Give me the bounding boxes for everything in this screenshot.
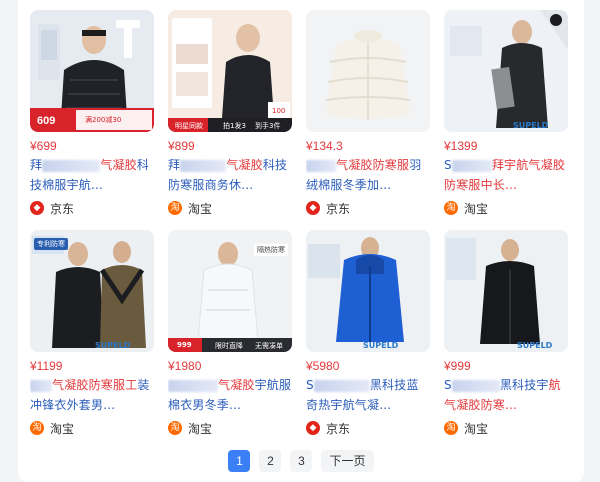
product-title[interactable]: 拜气凝胶科技棉服宇航... xyxy=(30,155,154,195)
shop-name: 淘宝 xyxy=(464,201,489,216)
product-image[interactable]: SUPELD xyxy=(444,10,568,132)
shop-name: 淘宝 xyxy=(188,421,213,436)
page-1-button[interactable]: 1 xyxy=(228,450,251,472)
taobao-icon: 淘 xyxy=(168,421,182,435)
next-page-button[interactable]: 下一页 xyxy=(321,450,374,472)
taobao-icon: 淘 xyxy=(444,421,458,435)
tag-price: 999 xyxy=(177,341,192,349)
jd-icon: ◆ xyxy=(306,201,320,215)
brand-logo: SUPELD xyxy=(95,341,131,350)
product-price: ¥1199 xyxy=(30,359,63,373)
product-grid: 609 满200减30 ¥699 拜气凝胶科技棉服宇航... ◆ 京东 明星同款… xyxy=(30,10,568,442)
badge: 专利防寒 xyxy=(34,238,68,250)
product-card[interactable]: SUPELD ¥5980 S 黑科技蓝奇热宇航气凝... ◆ 京东 xyxy=(306,230,430,442)
product-card[interactable]: 明星同款 拍1发3 到手3件 100 ¥899 拜气凝胶科技防寒服商务休... … xyxy=(168,10,292,222)
product-image[interactable]: 隔热防寒 999 限时直降 无需凑单 xyxy=(168,230,292,352)
product-image[interactable]: 专利防寒 SUPELD xyxy=(30,230,154,352)
tag-text: 满200减30 xyxy=(85,116,122,124)
shop-name: 淘宝 xyxy=(50,421,75,436)
product-price: ¥5980 xyxy=(306,359,340,373)
brand-logo: SUPELD xyxy=(517,341,553,350)
product-price: ¥134.3 xyxy=(306,139,343,153)
product-card[interactable]: 609 满200减30 ¥699 拜气凝胶科技棉服宇航... ◆ 京东 xyxy=(30,10,154,222)
product-price: ¥699 xyxy=(30,139,57,153)
shop-name: 淘宝 xyxy=(188,201,213,216)
shop-info[interactable]: 淘 淘宝 xyxy=(168,199,292,217)
shop-name: 淘宝 xyxy=(464,421,489,436)
product-title[interactable]: 拜气凝胶科技防寒服商务休... xyxy=(168,155,292,195)
tag-a: 拍1发3 xyxy=(223,122,246,130)
tag-b: 无需凑单 xyxy=(255,342,283,350)
page-3-button[interactable]: 3 xyxy=(290,450,313,472)
product-image[interactable]: SUPELD xyxy=(306,230,430,352)
shop-info[interactable]: 淘 淘宝 xyxy=(30,419,154,437)
tag-celebrity: 明星同款 xyxy=(175,122,203,130)
taobao-icon: 淘 xyxy=(444,201,458,215)
product-card[interactable]: ¥134.3 气凝胶防寒服羽绒棉服冬季加... ◆ 京东 xyxy=(306,10,430,222)
tag-price: 609 xyxy=(37,115,56,127)
product-title[interactable]: S 黑科技蓝奇热宇航气凝... xyxy=(306,375,430,415)
product-title[interactable]: S 黑科技宇航气凝胶防寒... xyxy=(444,375,568,415)
tag-a: 限时直降 xyxy=(215,342,243,350)
pagination: 1 2 3 下一页 xyxy=(18,450,584,472)
product-price: ¥899 xyxy=(168,139,195,153)
product-image[interactable]: 明星同款 拍1发3 到手3件 100 xyxy=(168,10,292,132)
jd-icon: ◆ xyxy=(30,201,44,215)
shop-info[interactable]: 淘 淘宝 xyxy=(168,419,292,437)
shop-name: 京东 xyxy=(326,421,351,436)
product-card[interactable]: SUPELD ¥999 S 黑科技宇航气凝胶防寒... 淘 淘宝 xyxy=(444,230,568,442)
shop-name: 京东 xyxy=(326,201,351,216)
product-card[interactable]: 隔热防寒 999 限时直降 无需凑单 ¥1980 气凝胶宇航服棉衣男冬季... … xyxy=(168,230,292,442)
tag-b: 到手3件 xyxy=(255,122,281,130)
product-card[interactable]: 专利防寒 SUPELD ¥1199 气凝胶防寒服工装冲锋衣外套男... 淘 淘宝 xyxy=(30,230,154,442)
corner-tag: 隔热防寒 xyxy=(254,244,288,256)
brand-logo: SUPELD xyxy=(513,121,549,130)
taobao-icon: 淘 xyxy=(30,421,44,435)
shop-info[interactable]: ◆ 京东 xyxy=(30,199,154,217)
product-title[interactable]: 气凝胶宇航服棉衣男冬季... xyxy=(168,375,292,415)
product-price: ¥1980 xyxy=(168,359,202,373)
product-image[interactable]: SUPELD xyxy=(444,230,568,352)
taobao-icon: 淘 xyxy=(168,201,182,215)
product-title[interactable]: 气凝胶防寒服工装冲锋衣外套男... xyxy=(30,375,154,415)
shop-info[interactable]: ◆ 京东 xyxy=(306,419,430,437)
page-2-button[interactable]: 2 xyxy=(259,450,282,472)
brand-logo: SUPELD xyxy=(363,341,399,350)
product-image[interactable]: 609 满200减30 xyxy=(30,10,154,132)
product-price: ¥999 xyxy=(444,359,471,373)
product-title[interactable]: S 拜宇航气凝胶防寒服中长... xyxy=(444,155,568,195)
product-price: ¥1399 xyxy=(444,139,478,153)
product-title[interactable]: 气凝胶防寒服羽绒棉服冬季加... xyxy=(306,155,430,195)
product-image[interactable] xyxy=(306,10,430,132)
jd-icon: ◆ xyxy=(306,421,320,435)
product-card[interactable]: SUPELD ¥1399 S 拜宇航气凝胶防寒服中长... 淘 淘宝 xyxy=(444,10,568,222)
tag-price: 100 xyxy=(272,107,286,115)
shop-info[interactable]: 淘 淘宝 xyxy=(444,199,568,217)
shop-name: 京东 xyxy=(50,201,75,216)
shop-info[interactable]: 淘 淘宝 xyxy=(444,419,568,437)
search-results-panel: 609 满200减30 ¥699 拜气凝胶科技棉服宇航... ◆ 京东 明星同款… xyxy=(18,0,584,482)
shop-info[interactable]: ◆ 京东 xyxy=(306,199,430,217)
